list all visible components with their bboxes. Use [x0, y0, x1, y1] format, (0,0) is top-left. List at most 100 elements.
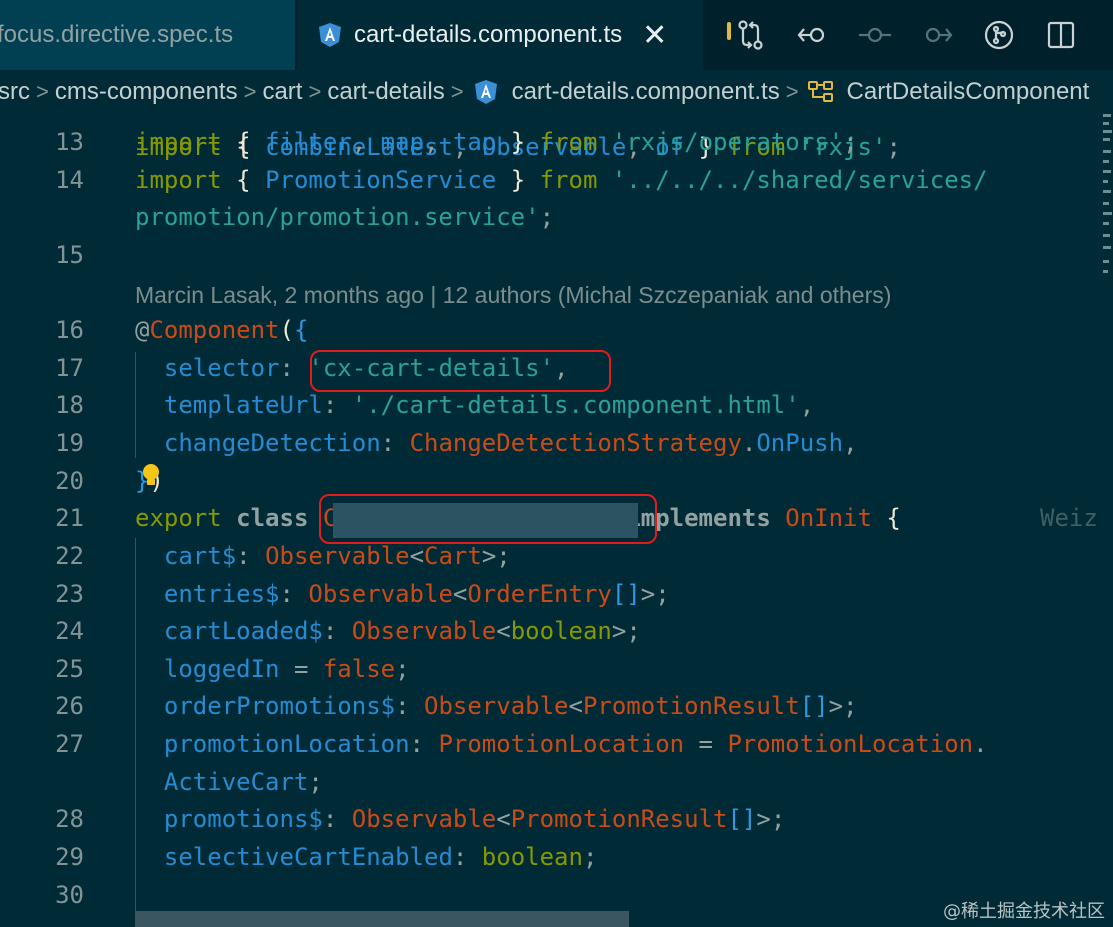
code-token: (: [279, 316, 294, 344]
code-text: entries$: Observable<OrderEntry[]>;: [135, 576, 670, 613]
code-token: Observable: [265, 542, 410, 570]
breadcrumb: src > cms-components > cart > cart-detai…: [0, 70, 1113, 114]
code-token: boolean: [510, 617, 612, 645]
editor-actions: [720, 0, 1092, 70]
git-blame-annotation[interactable]: Marcin Lasak, 2 months ago | 12 authors …: [135, 282, 891, 309]
code-token: '../../../shared/services/: [611, 166, 988, 194]
code-token: Observable: [351, 805, 497, 833]
line-number[interactable]: 13: [0, 124, 84, 161]
chevron-right-icon: >: [243, 79, 257, 104]
code-token: Observable: [424, 692, 569, 720]
sticky-scroll-shadow: [135, 911, 629, 927]
code-token: Component: [149, 316, 280, 344]
chevron-right-icon: >: [785, 79, 799, 104]
code-text: promotionLocation: PromotionLocation = P…: [135, 726, 988, 763]
code-editor[interactable]: import { combineLatest, Observable, of }…: [0, 114, 1100, 927]
line-number[interactable]: 17: [0, 350, 84, 387]
code-token: :: [452, 843, 482, 871]
code-token: >;: [640, 580, 670, 608]
source-control-compare-icon[interactable]: [720, 0, 782, 70]
code-token: PromotionService: [265, 166, 497, 194]
code-token: []: [611, 580, 641, 608]
lightbulb-icon[interactable]: [141, 464, 161, 486]
watermark: @稀土掘金技术社区: [943, 901, 1105, 922]
git-graph-icon[interactable]: [968, 0, 1030, 70]
line-number[interactable]: 30: [0, 877, 84, 914]
code-token: ;: [308, 768, 323, 796]
code-token: :: [322, 617, 352, 645]
indent-guide: [135, 538, 136, 926]
line-number[interactable]: 14: [0, 162, 84, 199]
code-token: :: [236, 542, 266, 570]
line-number[interactable]: 15: [0, 237, 84, 274]
chevron-right-icon: >: [308, 79, 322, 104]
code-text: cartLoaded$: Observable<boolean>;: [135, 613, 641, 650]
timeline-icon[interactable]: [844, 0, 906, 70]
code-token: ;: [582, 843, 598, 871]
breadcrumb-symbol[interactable]: CartDetailsComponent: [847, 78, 1090, 106]
breadcrumb-cart-details[interactable]: cart-details: [327, 78, 444, 106]
line-number[interactable]: 26: [0, 688, 84, 725]
code-token: PromotionLocation: [727, 730, 974, 758]
code-text: selectiveCartEnabled: boolean;: [135, 839, 598, 876]
code-token: ,: [351, 128, 381, 156]
line-number[interactable]: 18: [0, 387, 84, 424]
line-number[interactable]: 24: [0, 613, 84, 650]
line-number[interactable]: 25: [0, 651, 84, 688]
code-token: cartLoaded$: [163, 617, 323, 645]
chevron-right-icon: >: [450, 79, 464, 104]
close-icon[interactable]: ✕: [642, 18, 667, 53]
code-token: .: [973, 730, 988, 758]
line-number[interactable]: 27: [0, 726, 84, 763]
code-token: >;: [756, 805, 786, 833]
code-token: ActiveCart: [163, 768, 309, 796]
breadcrumb-cart[interactable]: cart: [262, 78, 302, 106]
code-token: =: [684, 730, 728, 758]
code-token: selector: [163, 354, 280, 382]
line-number[interactable]: 19: [0, 425, 84, 462]
line-number[interactable]: 28: [0, 801, 84, 838]
angular-icon: [319, 23, 341, 47]
code-token: from: [539, 128, 598, 156]
go-back-icon[interactable]: [782, 0, 844, 70]
tab-label: focus.directive.spec.ts: [0, 21, 234, 48]
code-token: >;: [481, 542, 511, 570]
code-token: <: [409, 542, 425, 570]
line-number[interactable]: 23: [0, 576, 84, 613]
tab-label: cart-details.component.ts: [354, 21, 623, 48]
breadcrumb-file[interactable]: cart-details.component.ts: [512, 78, 780, 106]
code-token: {: [236, 128, 251, 156]
breadcrumb-src[interactable]: src: [0, 78, 30, 106]
highlight-box-classname: [319, 494, 657, 544]
breadcrumb-cms-components[interactable]: cms-components: [55, 78, 238, 106]
line-number[interactable]: 29: [0, 839, 84, 876]
code-token: ,: [424, 128, 453, 156]
split-editor-icon[interactable]: [1030, 0, 1092, 70]
line-number[interactable]: 21: [0, 500, 84, 537]
minimap[interactable]: [1100, 114, 1113, 927]
code-token: 'rxjs/operators': [611, 128, 844, 156]
code-token: orderPromotions$: [163, 692, 396, 720]
line-number[interactable]: 16: [0, 312, 84, 349]
code-text: templateUrl: './cart-details.component.h…: [135, 387, 814, 424]
code-token: :: [395, 692, 424, 720]
line-number[interactable]: 22: [0, 538, 84, 575]
tab-cart-details-component[interactable]: cart-details.component.ts ✕: [298, 0, 703, 70]
code-token: ,: [843, 429, 858, 457]
line-number[interactable]: 20: [0, 463, 84, 500]
code-token: Observable: [308, 580, 453, 608]
tab-focus-directive-spec[interactable]: focus.directive.spec.ts: [0, 0, 295, 70]
go-forward-icon[interactable]: [906, 0, 968, 70]
